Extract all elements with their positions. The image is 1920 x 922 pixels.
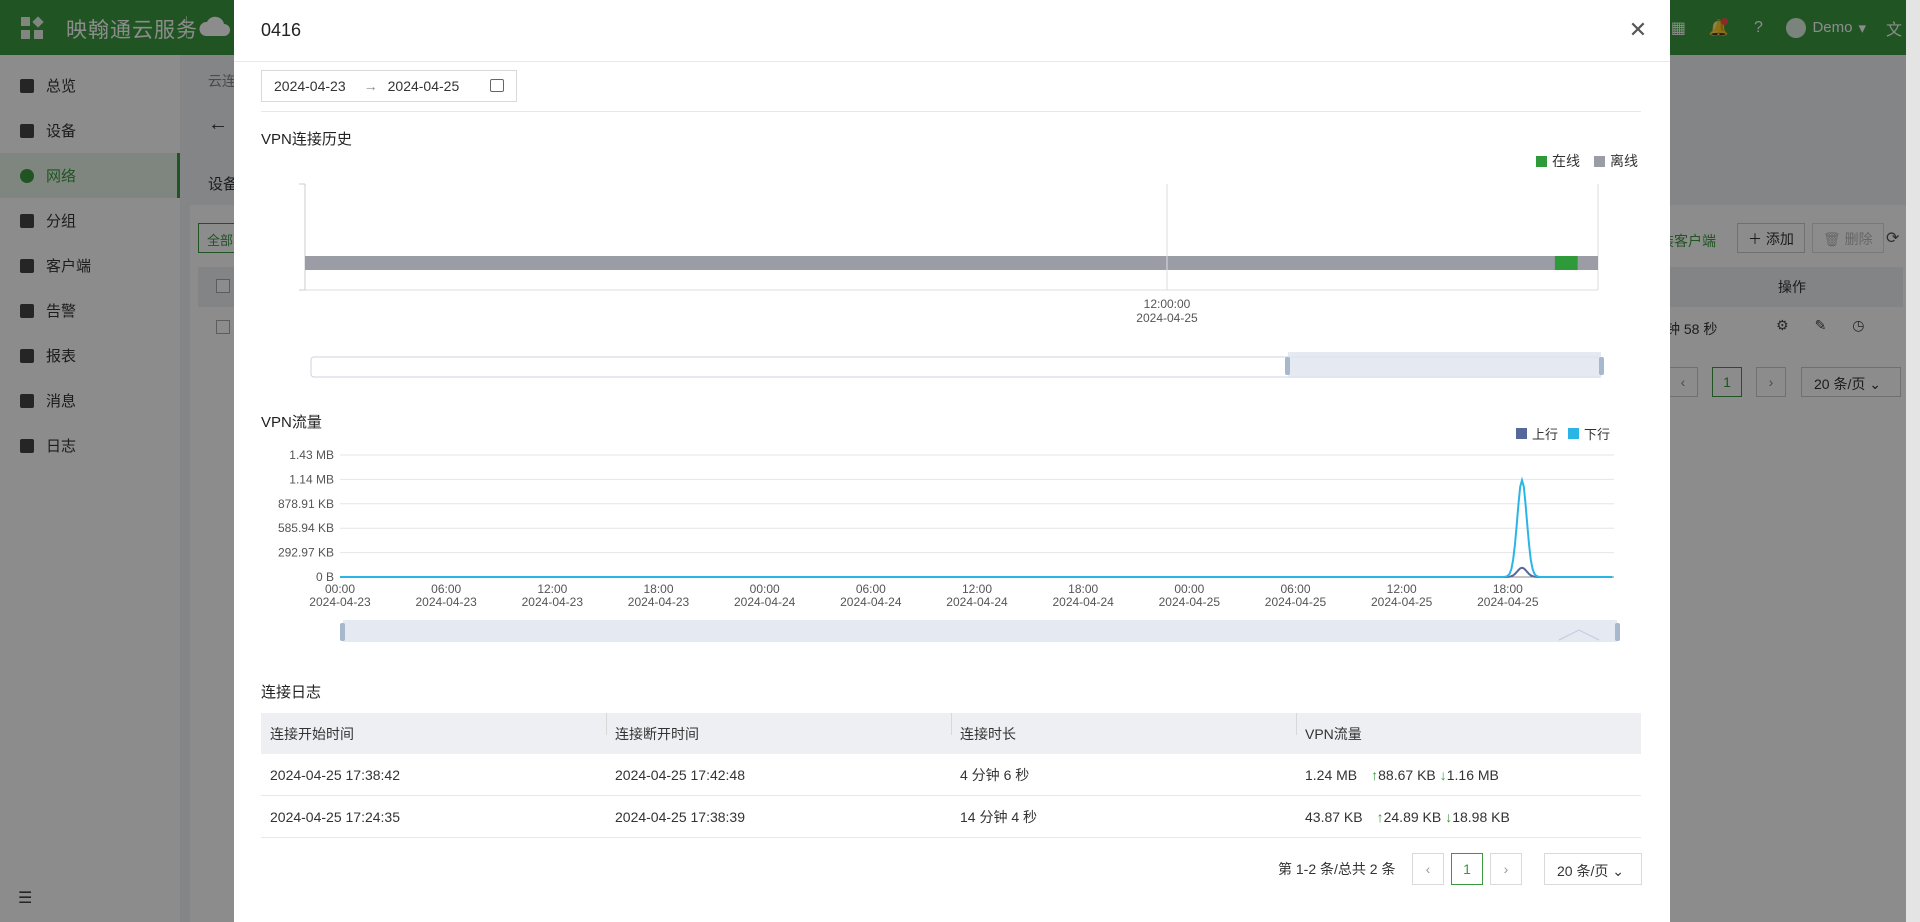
cell-traffic: 43.87 KB ↑24.89 KB ↓18.98 KB [1296,809,1641,825]
traffic-x-tick-time: 00:00 [750,582,780,596]
traffic-y-tick: 1.43 MB [289,448,334,462]
history-tick-time: 12:00:00 [1144,297,1191,311]
connection-history-chart: 12:00:002024-04-25 [299,183,1604,378]
online-bar[interactable] [1554,256,1578,270]
traffic-x-tick-time: 06:00 [431,582,461,596]
traffic-x-tick-time: 00:00 [325,582,355,596]
traffic-x-tick-date: 2024-04-24 [840,595,902,609]
cell-duration: 4 分钟 6 秒 [960,766,1030,783]
traffic-y-tick: 878.91 KB [278,497,334,511]
divider [261,111,1641,112]
cell-end-time: 2024-04-25 17:38:39 [615,808,745,825]
table-row[interactable]: 2024-04-25 17:24:35 2024-04-25 17:38:39 … [261,796,1641,838]
traffic-zoom-handle-right[interactable] [1615,623,1620,641]
traffic-x-tick-time: 06:00 [856,582,886,596]
history-zoom-window[interactable] [1288,352,1601,378]
log-title: 连接日志 [261,684,322,701]
traffic-total: 1.24 MB [1305,766,1358,783]
traffic-total: 43.87 KB [1305,808,1363,825]
modal-header: 0416 ✕ [234,0,1670,62]
traffic-down: 1.16 MB [1446,766,1499,783]
legend-upstream-swatch [1516,428,1527,439]
traffic-zoom-handle-left[interactable] [340,623,345,641]
header-start-time: 连接开始时间 [270,725,354,742]
next-page-button[interactable]: › [1490,853,1522,885]
table-header: 连接开始时间 连接断开时间 连接时长 VPN流量 [261,712,1641,754]
vpn-detail-modal: 0416 ✕ 2024-04-23 → 2024-04-25 VPN连接历史 在… [234,0,1670,922]
calendar-icon[interactable] [490,79,504,92]
traffic-up: 24.89 KB [1383,808,1442,825]
offline-bar[interactable] [305,256,1598,270]
traffic-x-tick-time: 12:00 [962,582,992,596]
legend-downstream-swatch [1568,428,1580,439]
chevron-down-icon: ⌄ [1612,863,1624,879]
header-traffic: VPN流量 [1296,712,1641,744]
close-icon[interactable]: ✕ [1624,16,1652,44]
traffic-x-tick-date: 2024-04-23 [415,595,477,609]
traffic-x-tick-time: 12:00 [1387,582,1417,596]
traffic-y-tick: 585.94 KB [278,521,334,535]
history-zoom-handle-left[interactable] [1285,357,1290,375]
traffic-x-tick-date: 2024-04-23 [309,595,371,609]
traffic-x-tick-date: 2024-04-25 [1265,595,1327,609]
connection-log-table: 连接开始时间 连接断开时间 连接时长 VPN流量 2024-04-25 17:3… [261,712,1641,838]
current-page-button[interactable]: 1 [1451,853,1483,885]
traffic-y-tick: 292.97 KB [278,546,334,560]
traffic-x-tick-time: 18:00 [1493,582,1523,596]
traffic-title: VPN流量 [261,414,322,431]
header-duration: 连接时长 [951,712,1296,744]
arrow-down-icon: ↓ [1439,766,1447,783]
range-arrow-icon: → [363,78,378,94]
prev-page-button[interactable]: ‹ [1412,853,1444,885]
page-scrollbar[interactable] [1906,0,1920,922]
page-size-select[interactable]: 20 条/页 ⌄ [1544,853,1642,885]
traffic-x-tick-time: 06:00 [1280,582,1310,596]
history-zoom-handle-right[interactable] [1599,357,1604,375]
arrow-up-icon: ↑ [1376,808,1384,825]
traffic-x-tick-time: 18:00 [643,582,673,596]
traffic-x-tick-date: 2024-04-25 [1477,595,1539,609]
table-row[interactable]: 2024-04-25 17:38:42 2024-04-25 17:42:48 … [261,754,1641,796]
date-range-picker[interactable]: 2024-04-23 → 2024-04-25 [261,70,517,102]
upstream-line[interactable] [340,566,1613,578]
traffic-x-tick-date: 2024-04-24 [1052,595,1114,609]
traffic-zoom-window[interactable] [343,620,1617,642]
traffic-x-tick-time: 18:00 [1068,582,1098,596]
traffic-x-tick-time: 00:00 [1174,582,1204,596]
traffic-x-tick-date: 2024-04-23 [628,595,690,609]
traffic-y-tick: 1.14 MB [289,472,334,486]
traffic-chart: 0 B292.97 KB585.94 KB878.91 KB1.14 MB1.4… [278,448,1620,642]
cell-end-time: 2024-04-25 17:42:48 [615,766,745,783]
traffic-x-tick-time: 12:00 [537,582,567,596]
header-end-time: 连接断开时间 [606,712,951,744]
cell-start-time: 2024-04-25 17:38:42 [270,766,400,783]
cell-duration: 14 分钟 4 秒 [960,808,1038,825]
page-size-label: 20 条/页 [1557,863,1609,879]
modal-title: 0416 [261,20,302,40]
cell-traffic: 1.24 MB ↑88.67 KB ↓1.16 MB [1296,767,1641,783]
history-tick-date: 2024-04-25 [1136,311,1198,325]
start-date[interactable]: 2024-04-23 [274,78,346,94]
pagination-summary: 第 1-2 条/总共 2 条 [1278,861,1396,877]
traffic-up: 88.67 KB [1378,766,1436,783]
traffic-x-tick-date: 2024-04-24 [734,595,796,609]
traffic-x-tick-date: 2024-04-24 [946,595,1008,609]
traffic-x-tick-date: 2024-04-23 [522,595,584,609]
cell-start-time: 2024-04-25 17:24:35 [270,808,400,825]
end-date[interactable]: 2024-04-25 [388,78,460,94]
traffic-x-tick-date: 2024-04-25 [1159,595,1221,609]
traffic-x-tick-date: 2024-04-25 [1371,595,1433,609]
traffic-down: 18.98 KB [1452,808,1510,825]
